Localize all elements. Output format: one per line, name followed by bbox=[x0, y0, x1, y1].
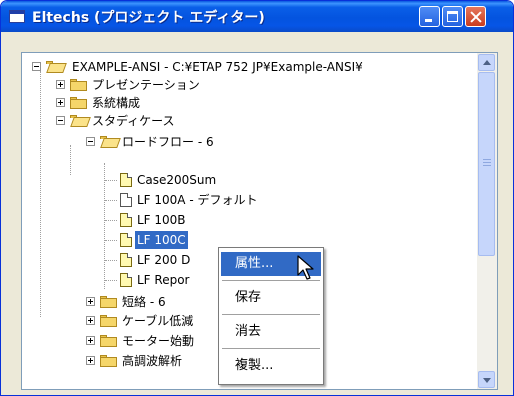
study-case-icon bbox=[120, 173, 132, 187]
tree-line bbox=[104, 163, 105, 289]
collapse-icon[interactable] bbox=[32, 62, 41, 71]
tree-line bbox=[40, 71, 41, 317]
folder-open-icon bbox=[100, 136, 121, 148]
menu-separator bbox=[222, 314, 320, 315]
tree-label: LF 200 D bbox=[137, 253, 191, 267]
tree-label: スタディケース bbox=[92, 114, 175, 128]
collapse-icon[interactable] bbox=[56, 116, 65, 125]
folder-icon bbox=[100, 335, 118, 347]
tree-label: モーター始動 bbox=[122, 334, 195, 348]
vertical-scrollbar[interactable] bbox=[477, 53, 497, 389]
expand-icon[interactable] bbox=[56, 80, 65, 89]
scroll-thumb[interactable] bbox=[478, 72, 495, 256]
tree-label: EXAMPLE-ANSI - C:¥ETAP 752 JP¥Example-AN… bbox=[72, 60, 363, 74]
collapse-icon[interactable] bbox=[86, 137, 95, 146]
scroll-down-arrow-icon[interactable] bbox=[478, 371, 495, 388]
tree-label: 系統構成 bbox=[92, 96, 141, 110]
tree-label: LF Repor bbox=[137, 273, 190, 287]
folder-icon bbox=[100, 315, 118, 327]
window-title: Eltechs (プロジェクト エディター) bbox=[32, 10, 265, 26]
tree-label: ケーブル低減 bbox=[122, 314, 194, 328]
expand-icon[interactable] bbox=[56, 98, 65, 107]
folder-icon bbox=[70, 97, 88, 109]
expand-icon[interactable] bbox=[86, 316, 95, 325]
tree-label: ロードフロー - 6 bbox=[122, 135, 214, 149]
menu-separator bbox=[222, 348, 320, 349]
mouse-cursor-icon bbox=[297, 255, 314, 280]
tree-label: 高調波解析 bbox=[122, 354, 183, 368]
menu-item-delete[interactable]: 消去 bbox=[221, 320, 321, 344]
window-app-icon bbox=[9, 10, 25, 23]
minimize-button[interactable] bbox=[419, 6, 440, 27]
close-button[interactable] bbox=[465, 6, 486, 27]
expand-icon[interactable] bbox=[86, 297, 95, 306]
menu-item-duplicate[interactable]: 複製... bbox=[221, 354, 321, 378]
title-bar[interactable]: Eltechs (プロジェクト エディター) bbox=[1, 1, 513, 32]
study-case-icon bbox=[120, 233, 132, 247]
folder-icon bbox=[100, 296, 118, 308]
folder-icon bbox=[100, 355, 118, 367]
tree-label: LF 100B bbox=[137, 213, 186, 227]
tree-line bbox=[105, 240, 117, 241]
tree-line bbox=[105, 180, 117, 181]
expand-icon[interactable] bbox=[86, 336, 95, 345]
tree-line bbox=[105, 200, 117, 201]
maximize-button[interactable] bbox=[442, 6, 463, 27]
tree-label: LF 100A - デフォルト bbox=[137, 193, 258, 207]
tree-line bbox=[105, 220, 117, 221]
menu-item-save[interactable]: 保存 bbox=[221, 286, 321, 310]
tree-label: LF 100C bbox=[135, 231, 188, 249]
folder-icon bbox=[70, 79, 88, 91]
study-case-icon bbox=[120, 253, 132, 267]
project-editor-window: Eltechs (プロジェクト エディター) EXAMPLE-ANSI - C:… bbox=[0, 0, 514, 396]
tree-label: プレゼンテーション bbox=[92, 78, 200, 92]
tree-line bbox=[105, 280, 117, 281]
study-case-icon bbox=[120, 213, 132, 227]
tree-line bbox=[70, 145, 71, 175]
study-case-icon bbox=[120, 273, 132, 287]
tree-line bbox=[105, 260, 117, 261]
expand-icon[interactable] bbox=[86, 356, 95, 365]
tree-label: Case200Sum bbox=[137, 173, 217, 187]
tree-label: 短絡 - 6 bbox=[122, 295, 166, 309]
scroll-up-arrow-icon[interactable] bbox=[478, 54, 495, 71]
folder-open-icon bbox=[70, 115, 91, 127]
folder-open-icon bbox=[46, 61, 67, 73]
study-case-icon bbox=[120, 193, 132, 207]
